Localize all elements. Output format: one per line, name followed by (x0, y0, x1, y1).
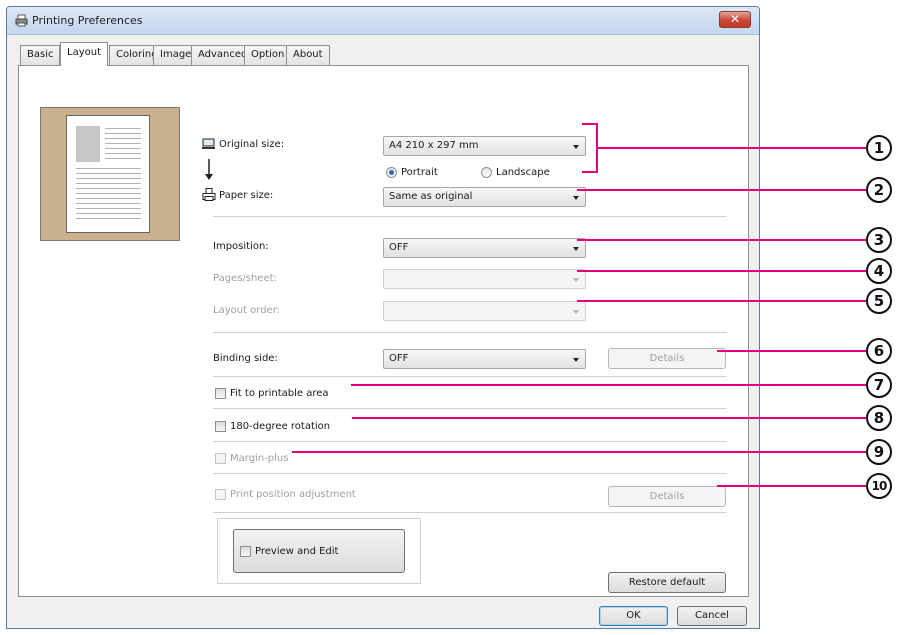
tab-layout[interactable]: Layout (60, 42, 108, 66)
preview-page (66, 115, 150, 233)
layout-order-dropdown[interactable] (383, 301, 586, 321)
imposition-label: Imposition: (213, 241, 269, 252)
close-icon: ✕ (729, 12, 741, 26)
printer-app-icon (15, 14, 28, 27)
monitor-icon (202, 138, 215, 149)
cancel-button[interactable]: Cancel (677, 606, 747, 626)
preview-edit-checkbox[interactable] (240, 546, 251, 557)
printing-preferences-window: Printing Preferences ✕ Basic Layout Colo… (6, 6, 760, 629)
chevron-down-icon (573, 247, 579, 251)
preview-image-block (76, 126, 100, 162)
callout-3: 3 (866, 227, 892, 253)
print-position-checkbox[interactable] (215, 489, 226, 500)
callout-5: 5 (866, 288, 892, 314)
tab-option[interactable]: Option (244, 45, 292, 65)
fit-printable-checkbox[interactable] (215, 388, 226, 399)
chevron-down-icon (573, 196, 579, 200)
callout-9: 9 (866, 439, 892, 465)
binding-side-dropdown[interactable]: OFF (383, 349, 586, 369)
chevron-down-icon (573, 278, 579, 282)
pages-sheet-label: Pages/sheet: (213, 273, 277, 284)
callout-10: 10 (866, 473, 892, 499)
separator (213, 216, 727, 217)
print-position-label: Print position adjustment (230, 489, 356, 500)
callout-6: 6 (866, 338, 892, 364)
ok-button[interactable]: OK (599, 606, 668, 626)
preview-edit-label: Preview and Edit (255, 546, 339, 557)
separator (213, 441, 727, 442)
layout-order-label: Layout order: (213, 305, 281, 316)
print-position-details-button[interactable]: Details (608, 486, 726, 507)
pages-sheet-dropdown[interactable] (383, 269, 586, 289)
callout-6-line (717, 350, 866, 352)
landscape-label: Landscape (496, 167, 550, 178)
layout-preview (40, 107, 180, 241)
callout-2: 2 (866, 177, 892, 203)
portrait-label: Portrait (401, 167, 438, 178)
landscape-radio[interactable] (481, 167, 492, 178)
paper-size-dropdown[interactable]: Same as original (383, 187, 586, 207)
callout-8: 8 (866, 405, 892, 431)
binding-details-button[interactable]: Details (608, 348, 726, 369)
imposition-dropdown[interactable]: OFF (383, 238, 586, 258)
callout-1-bracket (582, 123, 598, 173)
window-title: Printing Preferences (32, 14, 143, 27)
callout-1-line (598, 147, 866, 149)
callout-9-line (292, 451, 866, 453)
tab-basic[interactable]: Basic (20, 45, 61, 65)
preview-edit-group: Preview and Edit (217, 518, 421, 584)
margin-plus-checkbox[interactable] (215, 453, 226, 464)
separator (213, 473, 727, 474)
separator (213, 408, 727, 409)
callout-2-line (577, 189, 866, 191)
rotation-label: 180-degree rotation (230, 421, 331, 432)
close-button[interactable]: ✕ (719, 11, 751, 28)
chevron-down-icon (573, 358, 579, 362)
chevron-down-icon (573, 145, 579, 149)
callout-10-line (717, 485, 866, 487)
original-size-label: Original size: (219, 139, 285, 150)
printer-icon (202, 188, 216, 201)
title-bar: Printing Preferences ✕ (7, 7, 759, 35)
separator (213, 376, 727, 377)
separator (213, 332, 727, 333)
callout-5-line (577, 300, 866, 302)
callout-8-line (352, 417, 866, 419)
layout-panel: Original size: A4 210 x 297 mm Portrait … (18, 65, 749, 597)
original-size-dropdown[interactable]: A4 210 x 297 mm (383, 136, 586, 156)
callout-4: 4 (866, 258, 892, 284)
callout-1: 1 (866, 135, 892, 161)
callout-4-line (577, 270, 866, 272)
rotation-checkbox[interactable] (215, 421, 226, 432)
callout-3-line (577, 239, 866, 241)
tab-about[interactable]: About (286, 45, 330, 65)
fit-printable-label: Fit to printable area (230, 388, 329, 399)
callout-7-line (351, 384, 866, 386)
preview-edit-button[interactable]: Preview and Edit (233, 529, 405, 573)
chevron-down-icon (573, 310, 579, 314)
separator (213, 512, 727, 513)
down-arrow-icon (205, 159, 213, 180)
margin-plus-label: Margin-plus (230, 453, 289, 464)
callout-7: 7 (866, 372, 892, 398)
binding-side-label: Binding side: (213, 353, 278, 364)
paper-size-label: Paper size: (219, 190, 274, 201)
restore-default-button[interactable]: Restore default (608, 572, 726, 593)
portrait-radio[interactable] (386, 167, 397, 178)
